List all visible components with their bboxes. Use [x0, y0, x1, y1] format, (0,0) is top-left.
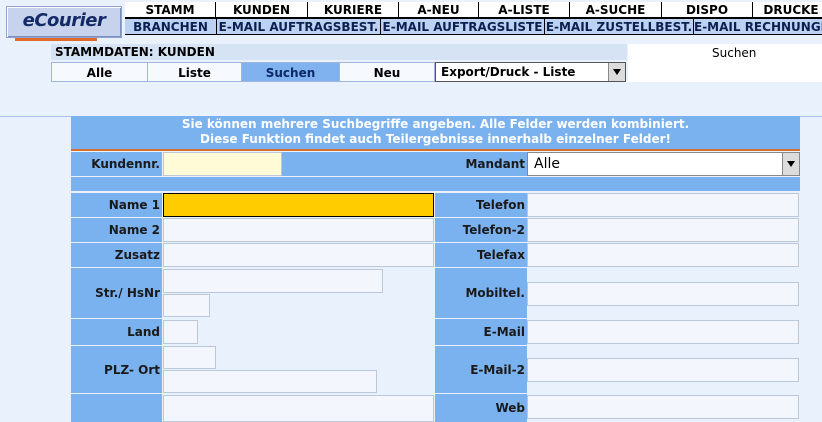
label-telefon2: Telefon-2	[435, 218, 527, 242]
label-str: Str./ HsNr	[71, 268, 162, 318]
tab-neu[interactable]: Neu	[339, 62, 435, 82]
chevron-down-icon[interactable]	[782, 153, 799, 175]
housenumber-input[interactable]	[163, 294, 210, 317]
nav-stamm[interactable]: STAMM	[125, 2, 216, 18]
label-email: E-Mail	[435, 319, 527, 345]
nav-dispo[interactable]: DISPO	[662, 2, 753, 18]
row-spacer	[282, 152, 435, 176]
nav-a-neu[interactable]: A-NEU	[399, 2, 479, 18]
export-select-value: Export/Druck - Liste	[441, 65, 576, 79]
logo-text: eCourier	[22, 10, 106, 31]
mandant-select-value: Alle	[534, 156, 560, 172]
empty-cell	[163, 395, 434, 422]
label-web: Web	[435, 394, 527, 422]
nav-a-suche[interactable]: A-SUCHE	[570, 2, 662, 18]
tab-alle[interactable]: Alle	[51, 62, 148, 82]
mode-indicator: Suchen	[628, 44, 822, 82]
street-input[interactable]	[163, 269, 383, 293]
land-input[interactable]	[163, 320, 198, 344]
tab-liste[interactable]: Liste	[147, 62, 242, 82]
chevron-down-icon[interactable]	[608, 63, 625, 81]
main-nav: STAMM KUNDEN KURIERE A-NEU A-LISTE A-SUC…	[125, 2, 822, 18]
tab-suchen[interactable]: Suchen	[241, 62, 340, 82]
nav-email-rechnungen[interactable]: E-MAIL RECHNUNGE	[694, 19, 822, 35]
nav-email-auftragsliste[interactable]: E-MAIL AUFTRAGSLISTE	[381, 19, 545, 35]
nav-drucke[interactable]: DRUCKE	[753, 2, 822, 18]
label-email2: E-Mail-2	[435, 346, 527, 393]
zusatz-input[interactable]	[163, 243, 434, 267]
row-separator	[71, 177, 800, 191]
label-telefon: Telefon	[435, 193, 527, 217]
telefon2-input[interactable]	[527, 218, 799, 242]
page-title: STAMMDATEN: KUNDEN	[51, 44, 627, 60]
mobiltel-input[interactable]	[527, 282, 799, 306]
sub-nav: BRANCHEN E-MAIL AUFTRAGSBEST. E-MAIL AUF…	[125, 19, 822, 35]
name2-input[interactable]	[163, 218, 434, 242]
label-mandant: Mandant	[435, 152, 527, 176]
label-empty	[71, 394, 162, 422]
plz-input[interactable]	[163, 346, 216, 369]
label-plz-ort: PLZ- Ort	[71, 346, 162, 393]
banner-line-2: Diese Funktion findet auch Teilergebniss…	[200, 132, 671, 146]
web-input[interactable]	[527, 395, 799, 419]
label-zusatz: Zusatz	[71, 243, 162, 267]
nav-branchen[interactable]: BRANCHEN	[125, 19, 217, 35]
logo-underline	[15, 38, 97, 41]
kundennr-input[interactable]	[163, 152, 282, 176]
label-land: Land	[71, 319, 162, 345]
banner-underline	[71, 149, 800, 151]
label-name2: Name 2	[71, 218, 162, 242]
label-name1: Name 1	[71, 193, 162, 217]
email-input[interactable]	[527, 320, 799, 344]
email2-input[interactable]	[527, 358, 799, 382]
label-telefax: Telefax	[435, 243, 527, 267]
nav-email-auftragsbest[interactable]: E-MAIL AUFTRAGSBEST.	[217, 19, 381, 35]
telefon-input[interactable]	[527, 193, 799, 217]
info-banner: Sie können mehrere Suchbegriffe angeben.…	[71, 116, 800, 149]
name1-input[interactable]	[163, 193, 434, 217]
ort-input[interactable]	[163, 370, 377, 393]
nav-a-liste[interactable]: A-LISTE	[479, 2, 570, 18]
export-select[interactable]: Export/Druck - Liste	[435, 62, 626, 82]
label-kundennr: Kundennr.	[71, 152, 162, 176]
nav-email-zustellbest[interactable]: E-MAIL ZUSTELLBEST.	[545, 19, 694, 35]
label-mobiltel: Mobiltel.	[435, 268, 527, 318]
telefax-input[interactable]	[527, 243, 799, 267]
mandant-select[interactable]: Alle	[527, 152, 800, 176]
nav-kunden[interactable]: KUNDEN	[216, 2, 308, 18]
banner-line-1: Sie können mehrere Suchbegriffe angeben.…	[181, 117, 690, 131]
ecourier-logo[interactable]: eCourier	[6, 6, 122, 41]
nav-kuriere[interactable]: KURIERE	[308, 2, 399, 18]
mode-label: Suchen	[712, 46, 757, 60]
